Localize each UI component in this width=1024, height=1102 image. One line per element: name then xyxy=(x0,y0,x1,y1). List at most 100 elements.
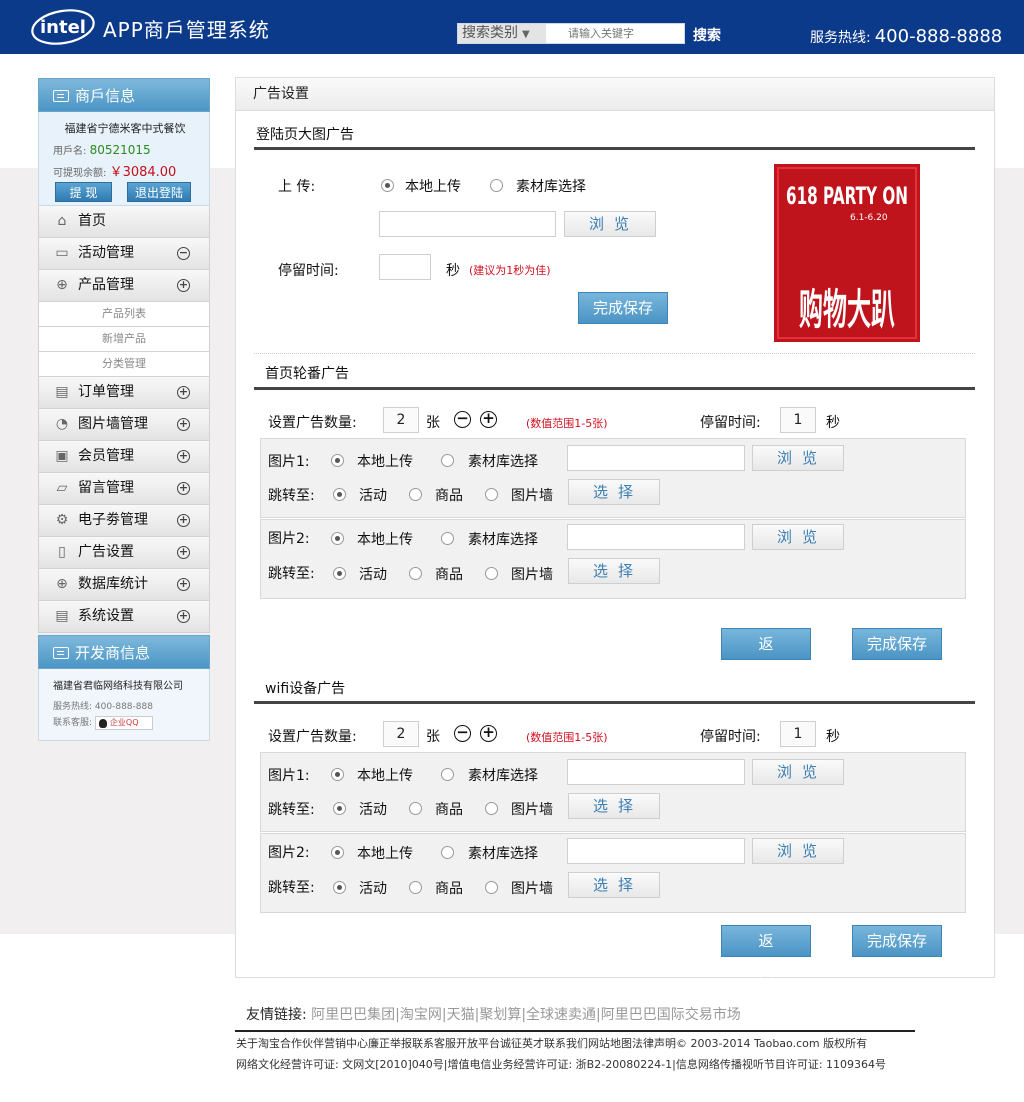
expand-icon[interactable]: + xyxy=(177,578,190,591)
plus-icon[interactable]: + xyxy=(480,411,497,428)
jump-product-radio[interactable] xyxy=(409,881,422,894)
expand-icon[interactable]: + xyxy=(177,546,190,559)
globe-icon: ⊕ xyxy=(56,277,68,293)
expand-icon[interactable]: + xyxy=(177,450,190,463)
select-button[interactable]: 选择 xyxy=(568,558,660,584)
logout-button[interactable]: 退出登陆 xyxy=(127,182,191,202)
library-select-radio[interactable] xyxy=(441,768,454,781)
merchant-info-header: 商戶信息 xyxy=(38,78,210,112)
library-select-radio[interactable] xyxy=(441,846,454,859)
image-file-field[interactable] xyxy=(567,524,745,550)
search-button[interactable]: 搜索 xyxy=(693,25,721,45)
image-file-field[interactable] xyxy=(567,445,745,471)
nav-ad-settings[interactable]: ▯ 广告设置 + xyxy=(38,537,210,569)
carousel-stay-unit: 秒 xyxy=(826,415,840,431)
search-input[interactable] xyxy=(548,24,682,43)
expand-icon[interactable]: + xyxy=(177,482,190,495)
nav-database-statistics[interactable]: ⊕ 数据库统计 + xyxy=(38,569,210,601)
nav-system-settings[interactable]: ▤ 系统设置 + xyxy=(38,601,210,633)
nav-order-management[interactable]: ▤ 订单管理 + xyxy=(38,377,210,409)
nav-coupon-management[interactable]: ⚙ 电子劵管理 + xyxy=(38,505,210,537)
jump-product-radio[interactable] xyxy=(409,567,422,580)
home-carousel-back-button[interactable]: 返回 xyxy=(721,628,811,683)
select-button[interactable]: 选择 xyxy=(568,479,660,505)
jump-activity-radio[interactable] xyxy=(333,802,346,815)
browse-button[interactable]: 浏览 xyxy=(752,524,844,550)
library-select-label: 素材库选择 xyxy=(516,179,586,195)
wifi-stay-input[interactable]: 1 xyxy=(780,721,816,747)
plus-icon[interactable]: + xyxy=(480,725,497,742)
jump-activity-radio[interactable] xyxy=(333,881,346,894)
wifi-save-button[interactable]: 完成保存 xyxy=(852,925,942,957)
jump-activity-radio[interactable] xyxy=(333,567,346,580)
developer-info-panel: 福建省君临网络科技有限公司 服务热线: 400-888-888 联系客服: 企业… xyxy=(38,669,210,741)
local-upload-radio[interactable] xyxy=(381,179,394,192)
library-select-radio[interactable] xyxy=(441,454,454,467)
jump-label: 跳转至: xyxy=(268,880,315,896)
local-upload-radio[interactable] xyxy=(331,532,344,545)
wifi-stay-label: 停留时间: xyxy=(700,729,761,745)
jump-wall-radio[interactable] xyxy=(485,881,498,894)
carousel-stay-input[interactable]: 1 xyxy=(780,407,816,433)
developer-info-header: 开发商信息 xyxy=(38,635,210,669)
expand-icon[interactable]: + xyxy=(177,279,190,292)
home-carousel-save-button[interactable]: 完成保存 xyxy=(852,628,942,660)
local-upload-radio[interactable] xyxy=(331,768,344,781)
jump-product-radio[interactable] xyxy=(409,488,422,501)
expand-icon[interactable]: + xyxy=(177,610,190,623)
image-file-field[interactable] xyxy=(567,838,745,864)
local-upload-label: 本地上传 xyxy=(357,768,413,784)
nav-message-management[interactable]: ▱ 留言管理 + xyxy=(38,473,210,505)
monitor-icon: ▭ xyxy=(55,245,69,261)
ad-count-input[interactable]: 2 xyxy=(383,721,419,747)
local-upload-radio[interactable] xyxy=(331,846,344,859)
browse-button[interactable]: 浏览 xyxy=(752,838,844,864)
library-select-label: 素材库选择 xyxy=(468,532,538,548)
friend-links-list[interactable]: 阿里巴巴集团|淘宝网|天猫|聚划算|全球速卖通|阿里巴巴国际交易市场 xyxy=(311,1007,741,1023)
nav-member-management[interactable]: ▣ 会员管理 + xyxy=(38,441,210,473)
nav-activity-management[interactable]: ▭ 活动管理 − xyxy=(38,238,210,270)
local-upload-label: 本地上传 xyxy=(357,454,413,470)
library-select-label: 素材库选择 xyxy=(468,768,538,784)
sub-category-management[interactable]: 分类管理 xyxy=(38,352,210,377)
minus-icon[interactable]: − xyxy=(454,725,471,742)
browse-button[interactable]: 浏览 xyxy=(752,445,844,471)
login-ad-browse-button[interactable]: 浏览 xyxy=(564,211,656,237)
ad-count-input[interactable]: 2 xyxy=(383,407,419,433)
qq-contact-button[interactable]: 企业QQ xyxy=(94,715,153,730)
library-select-label: 素材库选择 xyxy=(468,454,538,470)
local-upload-label: 本地上传 xyxy=(357,846,413,862)
jump-activity-radio[interactable] xyxy=(333,488,346,501)
sub-add-product[interactable]: 新增产品 xyxy=(38,327,210,352)
library-select-radio[interactable] xyxy=(490,179,503,192)
login-ad-stay-input[interactable] xyxy=(379,254,431,280)
section-divider xyxy=(254,387,975,390)
jump-activity-label: 活动 xyxy=(359,488,387,504)
search-category-select[interactable]: 搜索类别 ▼ xyxy=(458,24,546,43)
nav-product-management[interactable]: ⊕ 产品管理 + xyxy=(38,270,210,302)
nav-home[interactable]: ⌂ 首页 xyxy=(38,206,210,238)
local-upload-radio[interactable] xyxy=(331,454,344,467)
login-ad-file-field[interactable] xyxy=(379,211,556,237)
login-ad-save-button[interactable]: 完成保存 xyxy=(578,292,668,324)
username-row: 用戶名: 80521015 xyxy=(53,142,151,157)
jump-wall-radio[interactable] xyxy=(485,567,498,580)
sub-product-list[interactable]: 产品列表 xyxy=(38,302,210,327)
collapse-icon[interactable]: − xyxy=(177,247,190,260)
expand-icon[interactable]: + xyxy=(177,514,190,527)
nav-picture-wall-management[interactable]: ◔ 图片墙管理 + xyxy=(38,409,210,441)
browse-button[interactable]: 浏览 xyxy=(752,759,844,785)
withdraw-button[interactable]: 提 现 xyxy=(55,182,112,202)
expand-icon[interactable]: + xyxy=(177,418,190,431)
select-button[interactable]: 选择 xyxy=(568,793,660,819)
jump-product-radio[interactable] xyxy=(409,802,422,815)
jump-product-label: 商品 xyxy=(435,881,463,897)
select-button[interactable]: 选择 xyxy=(568,872,660,898)
wifi-back-button[interactable]: 返回 xyxy=(721,925,811,980)
jump-wall-radio[interactable] xyxy=(485,488,498,501)
jump-wall-radio[interactable] xyxy=(485,802,498,815)
minus-icon[interactable]: − xyxy=(454,411,471,428)
expand-icon[interactable]: + xyxy=(177,386,190,399)
image-file-field[interactable] xyxy=(567,759,745,785)
library-select-radio[interactable] xyxy=(441,532,454,545)
